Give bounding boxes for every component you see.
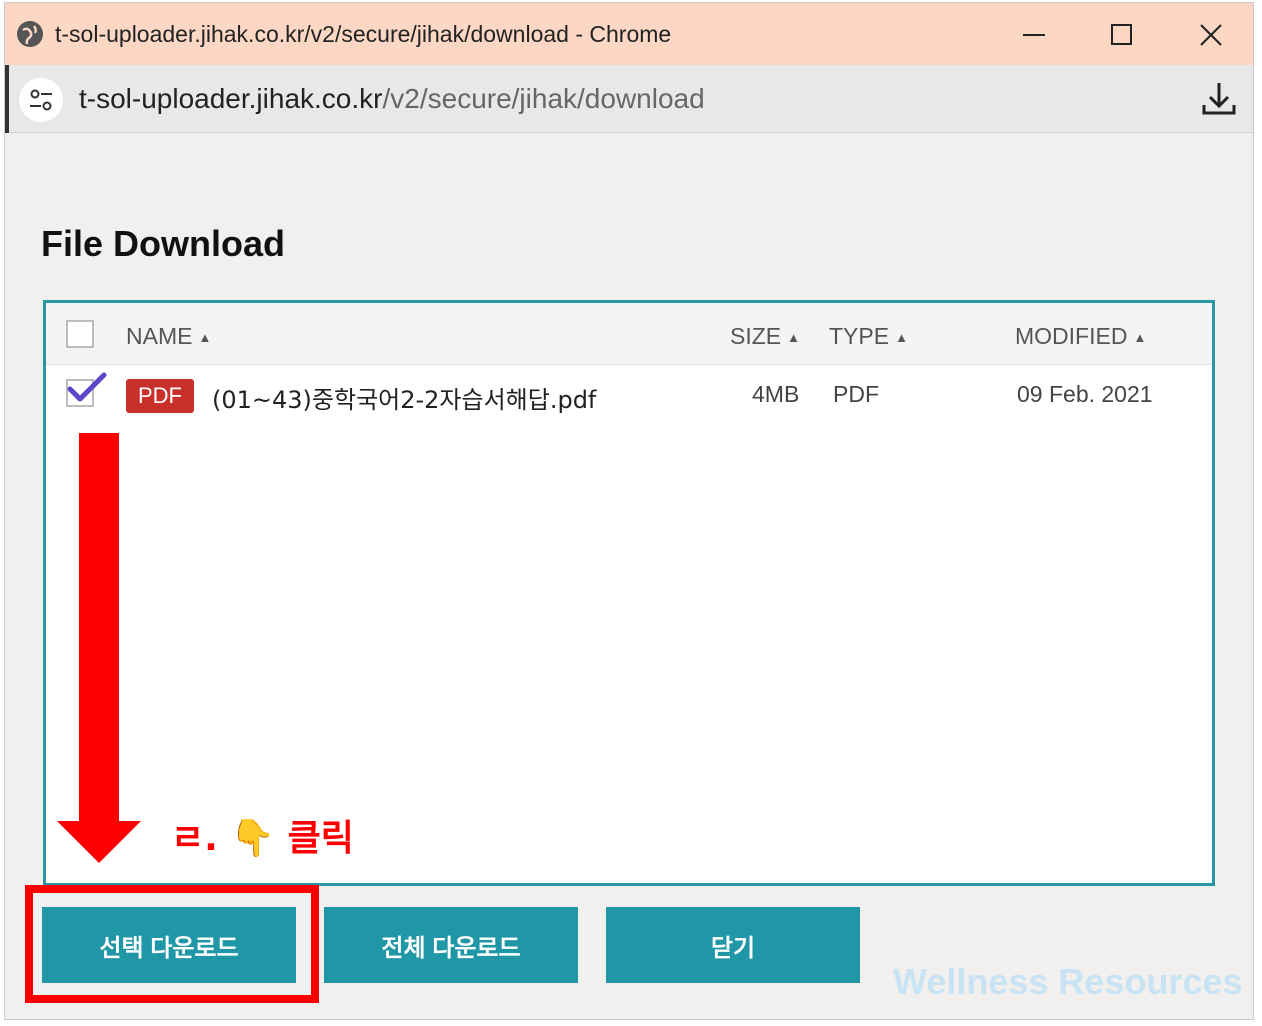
minimize-button[interactable]: [1009, 15, 1059, 55]
all-download-button[interactable]: 전체 다운로드: [324, 907, 578, 983]
site-info-button[interactable]: [19, 78, 63, 122]
click-annotation: ㄹ. 👇 클릭: [171, 818, 354, 859]
sort-arrow-icon: ▲: [198, 330, 212, 346]
column-label: TYPE: [829, 323, 890, 349]
column-label: NAME: [126, 323, 193, 349]
file-modified: 09 Feb. 2021: [1017, 381, 1153, 407]
minimize-icon: [1023, 34, 1045, 36]
browser-window: t-sol-uploader.jihak.co.kr/v2/secure/jih…: [4, 2, 1254, 1020]
checkmark-icon: [67, 372, 107, 402]
column-header-modified[interactable]: MODIFIED ▲: [1015, 323, 1146, 350]
column-label: MODIFIED: [1015, 323, 1128, 349]
column-label: SIZE: [730, 323, 782, 349]
column-header-name[interactable]: NAME ▲: [126, 323, 211, 350]
title-bar: t-sol-uploader.jihak.co.kr/v2/secure/jih…: [5, 3, 1253, 65]
download-icon: [1202, 83, 1236, 115]
tune-icon: [30, 89, 52, 111]
red-arrow-head-icon: [57, 821, 141, 863]
window-title: t-sol-uploader.jihak.co.kr/v2/secure/jih…: [55, 21, 672, 47]
watermark: Wellness Resources: [893, 961, 1243, 1002]
row-checkbox[interactable]: [66, 372, 107, 407]
pdf-badge: PDF: [126, 379, 194, 413]
url-host: t-sol-uploader.jihak.co.kr: [79, 83, 383, 114]
red-arrow-shaft: [79, 433, 119, 827]
close-icon: [1200, 24, 1222, 46]
address-bar: t-sol-uploader.jihak.co.kr/v2/secure/jih…: [5, 65, 1253, 133]
maximize-button[interactable]: [1097, 15, 1147, 55]
highlight-box: [25, 885, 319, 1003]
sort-arrow-icon: ▲: [787, 330, 800, 346]
file-size: 4MB: [752, 381, 800, 407]
url-path: /v2/secure/jihak/download: [382, 83, 705, 114]
address-bar-edge: [5, 65, 9, 133]
maximize-icon: [1111, 24, 1132, 45]
page-title: File Download: [41, 223, 286, 264]
globe-icon: [17, 21, 43, 47]
download-button[interactable]: [1199, 79, 1239, 119]
table-row[interactable]: PDF (01~43)중학국어2-2자습서해답.pdf 4MB PDF 09 F…: [46, 365, 1212, 427]
file-name[interactable]: (01~43)중학국어2-2자습서해답.pdf: [212, 380, 596, 415]
sort-arrow-icon: ▲: [1133, 330, 1147, 346]
table-header: NAME ▲ SIZE ▲ TYPE ▲ MODIFIED ▲: [46, 303, 1212, 365]
url-text[interactable]: t-sol-uploader.jihak.co.kr/v2/secure/jih…: [79, 83, 705, 115]
column-header-size[interactable]: SIZE ▲: [730, 323, 800, 350]
close-button[interactable]: 닫기: [606, 907, 860, 983]
column-header-type[interactable]: TYPE ▲: [829, 323, 908, 350]
close-window-button[interactable]: [1186, 15, 1236, 55]
file-list-panel: NAME ▲ SIZE ▲ TYPE ▲ MODIFIED ▲ PDF (01~43)중…: [43, 300, 1215, 886]
sort-arrow-icon: ▲: [895, 330, 908, 346]
file-type: PDF: [833, 381, 879, 407]
select-all-checkbox[interactable]: [66, 320, 94, 348]
